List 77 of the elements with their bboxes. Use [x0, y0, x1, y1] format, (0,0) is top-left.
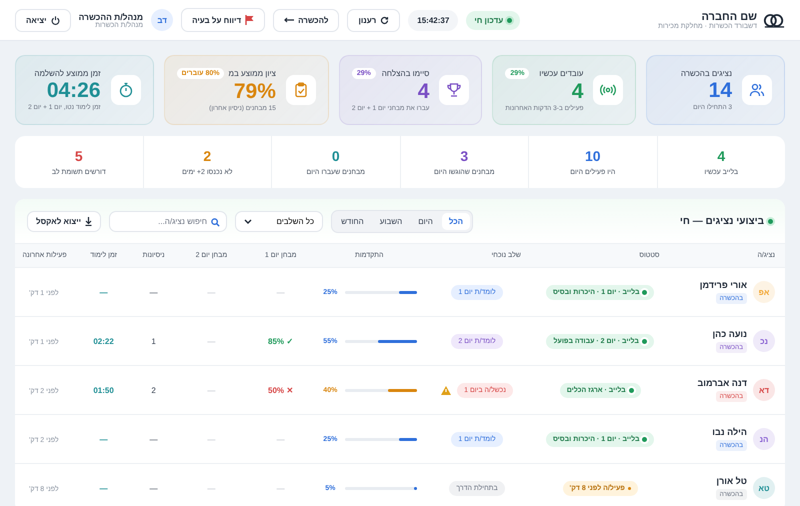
company-name: שם החברה: [702, 10, 757, 22]
counter-value: 10: [584, 148, 601, 164]
counter-value: 3: [460, 148, 468, 164]
signal-icon: [593, 75, 624, 105]
stat-title: נציגים בהכשרה: [680, 69, 732, 78]
test-result: —: [207, 434, 216, 444]
stat-value: 14: [708, 78, 732, 104]
logout-button[interactable]: יציאה: [15, 8, 71, 32]
test-result: ✕ 50%: [268, 386, 294, 394]
refresh-button[interactable]: רענון: [347, 8, 400, 32]
stat-title: ציון ממוצע במ: [228, 69, 276, 78]
stage-select[interactable]: כל השלבים: [235, 210, 324, 232]
counter-value: 0: [332, 148, 340, 164]
search-field[interactable]: חיפוש נציג/ה...: [109, 210, 228, 232]
study-time: 02:22: [93, 336, 114, 346]
attempts-cell: —: [150, 288, 158, 296]
study-time: —: [100, 288, 108, 296]
period-tab[interactable]: השבוע: [372, 212, 410, 230]
stat-value: 4: [416, 79, 430, 105]
flag-icon: [245, 15, 254, 25]
download-icon: [85, 216, 92, 226]
counter-value: 5: [74, 148, 83, 164]
study-time: 01:50: [93, 386, 114, 394]
panel-title: ביצועי נציגים — חי: [680, 216, 764, 226]
test-result: —: [276, 484, 285, 493]
arrow-icon: [284, 17, 294, 23]
user-avatar: דב: [151, 9, 174, 31]
stat-title: סיימו בהצלחה: [382, 69, 430, 78]
test-result: —: [276, 434, 285, 444]
avatar: אפ: [753, 281, 775, 303]
rings-logo-icon: [763, 12, 785, 28]
to-training-button[interactable]: להכשרה: [273, 8, 340, 32]
timer-icon: [110, 75, 141, 105]
attempts-cell: 2: [151, 386, 156, 394]
trainee-name: אורי פרידמן: [700, 280, 747, 290]
counter-value: 2: [203, 148, 212, 164]
live-dot-icon: [768, 218, 773, 224]
stat-value: 4: [570, 79, 584, 104]
avatar: דא: [753, 379, 775, 401]
chevron-down-icon: [244, 218, 252, 224]
trainee-name: הילה נבו: [712, 427, 747, 437]
stat-value: 79%: [232, 79, 276, 105]
avatar: טא: [753, 477, 775, 500]
study-time: —: [100, 434, 108, 444]
people-icon: [742, 75, 772, 105]
trainee-name: טל אורן: [716, 476, 747, 486]
attempts-cell: —: [150, 434, 158, 444]
clock: 15:42:37: [408, 10, 458, 30]
power-icon: [50, 16, 60, 24]
stat-title: זמן ממוצע להשלמה: [34, 69, 101, 78]
trainee-name: נועה כהן: [712, 329, 747, 339]
attempts-cell: 1: [151, 336, 156, 346]
test-result: ✓ 85%: [268, 336, 294, 346]
test-result: —: [207, 288, 216, 296]
stat-title: עובדים עכשיו: [539, 69, 584, 78]
counter-value: 4: [717, 148, 726, 164]
trophy-icon: [439, 75, 470, 105]
test-result: —: [207, 484, 216, 493]
clipboard-icon: [286, 75, 316, 105]
refresh-icon: [380, 16, 390, 24]
test-result: —: [207, 336, 216, 346]
avatar: נכ: [753, 330, 775, 352]
test-result: —: [207, 386, 216, 394]
live-update-badge: עדכון חי: [466, 10, 520, 30]
attempts-cell: —: [150, 484, 158, 493]
warning-icon: [441, 386, 452, 394]
user-name: מנהל/ת ההכשרה: [78, 12, 144, 22]
report-issue-button[interactable]: דיווח על בעיה: [181, 8, 266, 32]
trainee-name: דנה אברמוב: [697, 378, 747, 388]
test-result: —: [276, 288, 285, 296]
avatar: הנ: [753, 428, 775, 450]
period-tab[interactable]: הכל: [442, 212, 470, 230]
study-time: —: [100, 484, 108, 493]
period-tab[interactable]: החודש: [334, 212, 371, 230]
export-excel-button[interactable]: ייצוא לאקסל: [27, 210, 102, 232]
period-tab[interactable]: היום: [411, 212, 440, 230]
stat-value: 04:26: [46, 78, 101, 104]
